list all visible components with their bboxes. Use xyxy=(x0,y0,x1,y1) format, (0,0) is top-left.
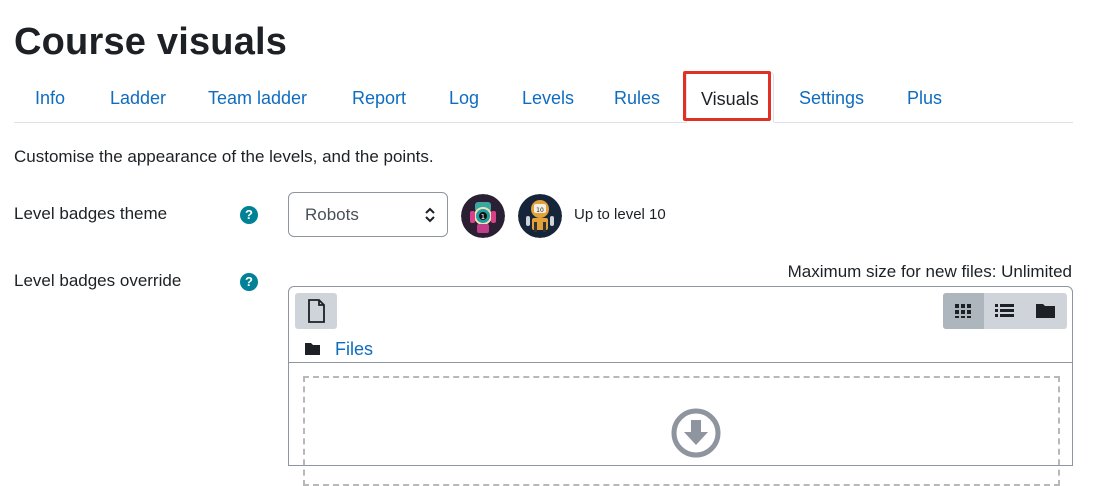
question-circle-icon[interactable]: ? xyxy=(240,206,258,224)
list-view-button[interactable] xyxy=(984,293,1025,329)
folder-icon xyxy=(305,343,320,355)
svg-text:1: 1 xyxy=(481,213,485,221)
tab-levels[interactable]: Levels xyxy=(522,72,574,123)
file-dropzone[interactable] xyxy=(303,376,1060,486)
theme-label: Level badges theme xyxy=(14,204,168,223)
page-title: Course visuals xyxy=(14,21,288,63)
tab-nav: Info Ladder Team ladder Report Log Level… xyxy=(14,72,1073,123)
tab-team-ladder[interactable]: Team ladder xyxy=(208,72,307,123)
download-arrow-circle-icon xyxy=(671,408,721,458)
tab-settings[interactable]: Settings xyxy=(799,72,864,123)
question-circle-icon[interactable]: ? xyxy=(240,273,258,291)
intro-text: Customise the appearance of the levels, … xyxy=(14,147,434,166)
tab-visuals[interactable]: Visuals xyxy=(686,72,774,123)
folder-icon xyxy=(1036,304,1055,318)
file-icon xyxy=(308,299,325,323)
tab-log[interactable]: Log xyxy=(449,72,479,123)
file-picker: Files xyxy=(288,286,1073,486)
list-icon xyxy=(995,304,1014,317)
select-chevron-icon xyxy=(425,207,435,223)
tab-rules[interactable]: Rules xyxy=(614,72,660,123)
theme-select[interactable]: Robots xyxy=(288,192,448,237)
robot-badge-level-1: 1 xyxy=(461,194,505,238)
view-switcher xyxy=(943,293,1067,329)
grid-icon xyxy=(955,304,971,318)
breadcrumb-files-link[interactable]: Files xyxy=(335,339,373,360)
tab-report[interactable]: Report xyxy=(352,72,406,123)
grid-view-button[interactable] xyxy=(943,293,984,329)
folder-view-button[interactable] xyxy=(1025,293,1066,329)
override-label: Level badges override xyxy=(14,271,182,290)
robot-badge-level-10: 10 xyxy=(518,194,562,238)
tab-plus[interactable]: Plus xyxy=(907,72,942,123)
theme-select-value: Robots xyxy=(305,205,359,224)
svg-text:10: 10 xyxy=(536,207,544,214)
divider xyxy=(289,362,1072,363)
level-range-note: Up to level 10 xyxy=(574,206,666,223)
add-file-button[interactable] xyxy=(295,293,337,329)
tab-ladder[interactable]: Ladder xyxy=(110,72,166,123)
tab-info[interactable]: Info xyxy=(35,72,65,123)
max-size-note: Maximum size for new files: Unlimited xyxy=(787,262,1072,281)
